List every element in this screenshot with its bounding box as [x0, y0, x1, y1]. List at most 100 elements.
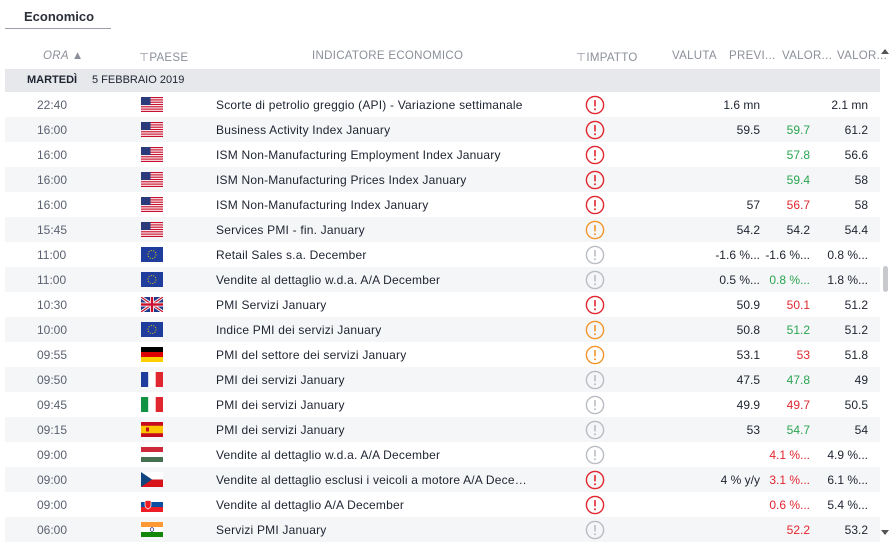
- us-flag-icon: [141, 222, 163, 237]
- table-row[interactable]: 16:00 ISM Non-Manufacturing Index January…: [5, 192, 880, 217]
- row-actual: 57.8: [786, 148, 810, 162]
- row-actual: 47.8: [786, 373, 810, 387]
- row-actual: 56.7: [786, 198, 810, 212]
- header-ora[interactable]: ORA ▲: [43, 50, 84, 62]
- table-row[interactable]: 11:00 Vendite al dettaglio w.d.a. A/A Dec…: [5, 267, 880, 292]
- table-row[interactable]: 16:00 ISM Non-Manufacturing Prices Index …: [5, 167, 880, 192]
- row-indicator[interactable]: ISM Non-Manufacturing Employment Index J…: [216, 148, 532, 162]
- tab-economico[interactable]: Economico: [5, 0, 111, 29]
- row-actual: 3.1 %...: [769, 473, 810, 487]
- row-previous: 56.6: [844, 148, 868, 162]
- table-row[interactable]: 09:55 PMI del settore dei servizi January…: [5, 342, 880, 367]
- table-row[interactable]: 09:50 PMI dei servizi January 47.5 47.8 49: [5, 367, 880, 392]
- impact-high-icon: [585, 495, 605, 515]
- row-time: 22:40: [37, 98, 68, 112]
- row-actual: 49.7: [786, 398, 810, 412]
- row-indicator[interactable]: Vendite al dettaglio w.d.a. A/A December: [216, 448, 532, 462]
- scroll-up-arrow-icon[interactable]: [881, 49, 889, 54]
- row-indicator[interactable]: Retail Sales s.a. December: [216, 248, 532, 262]
- table-row[interactable]: 09:00 Vendite al dettaglio A/A December 0.…: [5, 492, 880, 517]
- row-indicator[interactable]: ISM Non-Manufacturing Index January: [216, 198, 532, 212]
- row-indicator[interactable]: PMI Servizi January: [216, 298, 532, 312]
- table-row[interactable]: 16:00 ISM Non-Manufacturing Employment In…: [5, 142, 880, 167]
- header-valore-precedente[interactable]: VALOR...: [837, 50, 887, 62]
- row-indicator[interactable]: PMI dei servizi January: [216, 373, 532, 387]
- table-row[interactable]: 09:45 PMI dei servizi January 49.9 49.7 50.5: [5, 392, 880, 417]
- date-day: MARTEDÌ: [27, 74, 78, 86]
- row-indicator[interactable]: PMI dei servizi January: [216, 398, 532, 412]
- cz-flag-icon: [141, 472, 163, 487]
- scrollbar-thumb[interactable]: [883, 266, 888, 292]
- row-time: 09:00: [37, 473, 68, 487]
- table-row[interactable]: 09:00 Vendite al dettaglio esclusi i veic…: [5, 467, 880, 492]
- row-forecast: 1.6 mn: [723, 98, 760, 112]
- table-row[interactable]: 10:30 PMI Servizi January 50.9 50.1 51.2: [5, 292, 880, 317]
- header-paese-label: PAESE: [149, 52, 189, 64]
- table-row[interactable]: 16:00 Business Activity Index January 59.5…: [5, 117, 880, 142]
- row-indicator[interactable]: PMI del settore dei servizi January: [216, 348, 532, 362]
- row-actual: -1.6 %...: [765, 248, 810, 262]
- row-time: 10:00: [37, 323, 68, 337]
- row-indicator[interactable]: Business Activity Index January: [216, 123, 532, 137]
- table-row[interactable]: 11:00 Retail Sales s.a. December -1.6 %...…: [5, 242, 880, 267]
- row-forecast: 49.9: [736, 398, 760, 412]
- impact-low-icon: [585, 420, 605, 440]
- row-previous: 2.1 mn: [831, 98, 868, 112]
- table-row[interactable]: 22:40 Scorte di petrolio greggio (API) - …: [5, 92, 880, 117]
- row-actual: 50.1: [786, 298, 810, 312]
- gb-flag-icon: [141, 297, 163, 312]
- row-indicator[interactable]: Vendite al dettaglio A/A December: [216, 498, 532, 512]
- es-flag-icon: [141, 422, 163, 437]
- row-time: 06:00: [37, 523, 68, 537]
- row-indicator[interactable]: Vendite al dettaglio w.d.a. A/A December: [216, 273, 532, 287]
- row-forecast: 57: [746, 198, 760, 212]
- row-time: 11:00: [37, 273, 67, 287]
- row-previous: 4.9 %...: [827, 448, 868, 462]
- header-indicatore[interactable]: INDICATORE ECONOMICO: [312, 50, 463, 62]
- row-previous: 0.8 %...: [827, 248, 868, 262]
- header-impatto[interactable]: ⊤IMPATTO: [576, 50, 638, 64]
- fr-flag-icon: [141, 372, 163, 387]
- row-previous: 5.4 %...: [827, 498, 868, 512]
- in-flag-icon: [141, 522, 163, 537]
- header-valuta[interactable]: VALUTA: [672, 50, 717, 62]
- table-row[interactable]: 09:00 Vendite al dettaglio w.d.a. A/A Dec…: [5, 442, 880, 467]
- eu-flag-icon: [141, 322, 163, 337]
- row-indicator[interactable]: Vendite al dettaglio esclusi i veicoli a…: [216, 473, 532, 487]
- row-previous: 58: [854, 198, 868, 212]
- us-flag-icon: [141, 147, 163, 162]
- row-time: 16:00: [37, 148, 68, 162]
- row-forecast: 47.5: [736, 373, 760, 387]
- row-indicator[interactable]: Scorte di petrolio greggio (API) - Varia…: [216, 98, 532, 112]
- impact-low-icon: [585, 270, 605, 290]
- row-time: 09:00: [37, 448, 68, 462]
- row-indicator[interactable]: Services PMI - fin. January: [216, 223, 532, 237]
- date-group-header: MARTEDÌ 5 FEBBRAIO 2019: [5, 69, 880, 92]
- row-time: 09:00: [37, 498, 68, 512]
- impact-low-icon: [585, 395, 605, 415]
- row-indicator[interactable]: Servizi PMI January: [216, 523, 532, 537]
- row-previous: 54: [854, 423, 868, 437]
- row-indicator[interactable]: Indice PMI dei servizi January: [216, 323, 532, 337]
- impact-low-icon: [585, 245, 605, 265]
- header-valore-attuale[interactable]: VALOR...: [782, 50, 832, 62]
- row-previous: 61.2: [844, 123, 868, 137]
- header-paese[interactable]: ⊤PAESE: [139, 50, 188, 64]
- row-time: 10:30: [37, 298, 68, 312]
- row-time: 11:00: [37, 248, 67, 262]
- table-row[interactable]: 06:00 Servizi PMI January 52.2 53.2: [5, 517, 880, 542]
- header-previsto[interactable]: PREVI...: [729, 50, 776, 62]
- row-time: 09:55: [37, 348, 68, 362]
- row-indicator[interactable]: PMI dei servizi January: [216, 423, 532, 437]
- us-flag-icon: [141, 97, 163, 112]
- impact-high-icon: [585, 470, 605, 490]
- row-previous: 54.4: [844, 223, 868, 237]
- scroll-down-arrow-icon[interactable]: [881, 530, 889, 535]
- table-row[interactable]: 10:00 Indice PMI dei servizi January 50.8 5…: [5, 317, 880, 342]
- impact-low-icon: [585, 520, 605, 540]
- row-forecast: 4 % y/y: [720, 473, 760, 487]
- row-indicator[interactable]: ISM Non-Manufacturing Prices Index Janua…: [216, 173, 532, 187]
- table-row[interactable]: 15:45 Services PMI - fin. January 54.2 54.2…: [5, 217, 880, 242]
- table-row[interactable]: 09:15 PMI dei servizi January 53 54.7 54: [5, 417, 880, 442]
- row-previous: 6.1 %...: [827, 473, 868, 487]
